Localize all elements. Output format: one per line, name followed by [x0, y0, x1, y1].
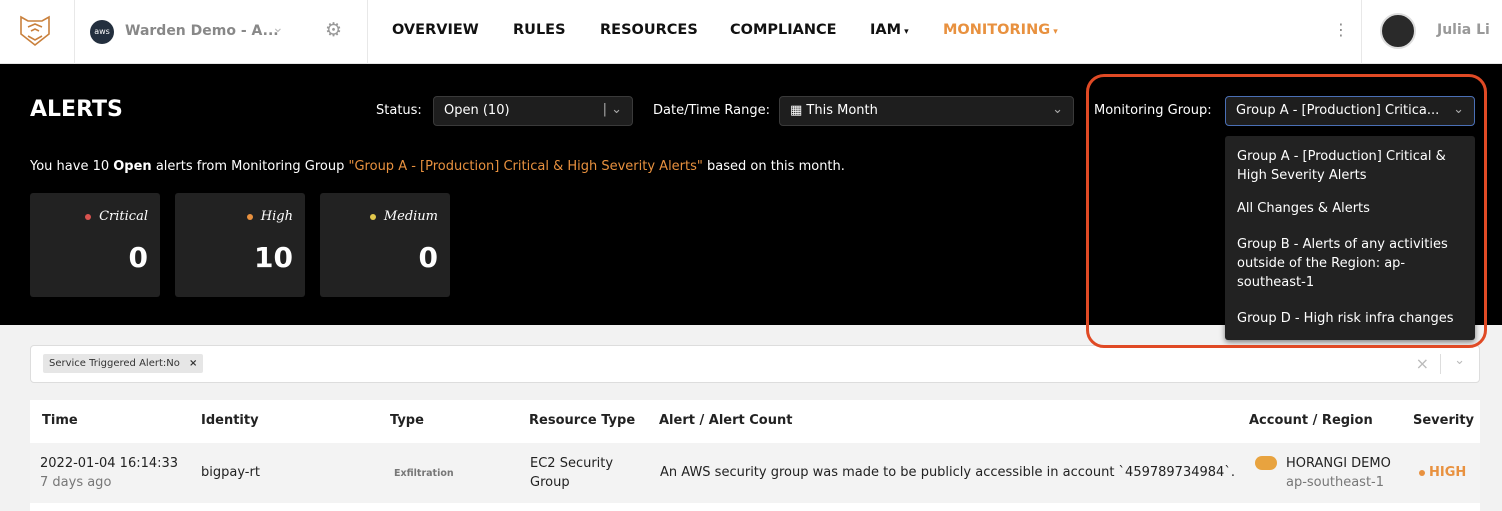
- medium-card[interactable]: Medium 0: [320, 193, 450, 297]
- nav-resources[interactable]: RESOURCES: [600, 22, 698, 38]
- gear-icon[interactable]: ⚙: [325, 19, 342, 41]
- nav-compliance[interactable]: COMPLIANCE: [730, 22, 837, 38]
- header-alert[interactable]: Alert / Alert Count: [659, 413, 792, 428]
- aws-icon: aws: [90, 20, 114, 44]
- header-identity[interactable]: Identity: [201, 413, 259, 428]
- nav-iam[interactable]: IAM ▾: [870, 22, 909, 38]
- status-value: Open (10): [444, 103, 510, 118]
- alerts-table: Time Identity Type Resource Type Alert /…: [30, 400, 1480, 511]
- summary-text: You have 10 Open alerts from Monitoring …: [30, 159, 845, 174]
- high-card[interactable]: High 10: [175, 193, 305, 297]
- row-identity: bigpay-rt: [201, 465, 260, 480]
- horangi-logo-icon[interactable]: [18, 14, 52, 48]
- nav-overview[interactable]: OVERVIEW: [392, 22, 479, 38]
- remove-chip-icon[interactable]: ×: [189, 358, 197, 369]
- filter-chip: Service Triggered Alert:No ×: [43, 354, 204, 373]
- account-selector[interactable]: Warden Demo - A...: [125, 23, 279, 39]
- date-range-label: Date/Time Range:: [653, 103, 770, 118]
- monitoring-group-menu: Group A - [Production] Critical & High S…: [1225, 136, 1475, 340]
- calendar-icon: ▦: [790, 103, 807, 118]
- menu-option[interactable]: Group D - High risk infra changes: [1225, 305, 1475, 328]
- monitoring-group-value: Group A - [Production] Critica...: [1236, 103, 1440, 118]
- date-range-select[interactable]: ▦ This Month ⌄: [779, 96, 1074, 126]
- row-alert: An AWS security group was made to be pub…: [660, 465, 1235, 480]
- chevron-down-icon[interactable]: ⌄: [272, 20, 284, 36]
- menu-option[interactable]: Group A - [Production] Critical & High S…: [1225, 136, 1475, 185]
- nav-monitoring-label: MONITORING: [943, 22, 1051, 38]
- critical-card[interactable]: Critical 0: [30, 193, 160, 297]
- clear-icon[interactable]: ×: [1416, 354, 1429, 373]
- row-resource-type: EC2 Security Group: [530, 456, 614, 490]
- avatar[interactable]: [1380, 13, 1416, 49]
- user-name[interactable]: Julia Li: [1437, 22, 1490, 38]
- status-select[interactable]: Open (10) | ⌄: [433, 96, 633, 126]
- date-range-value: This Month: [806, 103, 878, 118]
- header-resource-type[interactable]: Resource Type: [529, 413, 635, 428]
- chevron-down-icon[interactable]: ⌄: [1454, 353, 1465, 368]
- page-title: ALERTS: [30, 97, 123, 122]
- row-account: HORANGI DEMO ap-southeast-1: [1286, 456, 1391, 490]
- menu-option[interactable]: All Changes & Alerts: [1225, 185, 1475, 225]
- header-time[interactable]: Time: [42, 413, 78, 428]
- row-time: 2022-01-04 16:14:33 7 days ago: [40, 456, 179, 490]
- more-vertical-icon[interactable]: ⋮: [1333, 20, 1349, 39]
- nav-monitoring[interactable]: MONITORING ▾: [943, 22, 1058, 38]
- row-type: Exfiltration: [394, 468, 454, 479]
- menu-option[interactable]: Group B - Alerts of any activities outsi…: [1225, 225, 1475, 305]
- header-account-region[interactable]: Account / Region: [1249, 413, 1373, 428]
- monitoring-group-label: Monitoring Group:: [1094, 103, 1212, 118]
- nav-iam-label: IAM: [870, 22, 902, 38]
- filter-input[interactable]: Service Triggered Alert:No × × ⌄: [30, 345, 1480, 383]
- monitoring-group-select[interactable]: Group A - [Production] Critica... ⌄: [1225, 96, 1475, 126]
- aws-cloud-icon: [1255, 456, 1277, 470]
- table-row[interactable]: 2022-01-04 16:14:33 7 days ago bigpay-rt …: [30, 443, 1480, 503]
- row-severity: HIGH: [1419, 463, 1466, 482]
- nav-rules[interactable]: RULES: [513, 22, 566, 38]
- header-type[interactable]: Type: [390, 413, 424, 428]
- top-navbar: aws Warden Demo - A... ⌄ ⚙ OVERVIEW RULE…: [0, 0, 1502, 64]
- header-severity[interactable]: Severity: [1413, 413, 1474, 428]
- status-label: Status:: [376, 103, 422, 118]
